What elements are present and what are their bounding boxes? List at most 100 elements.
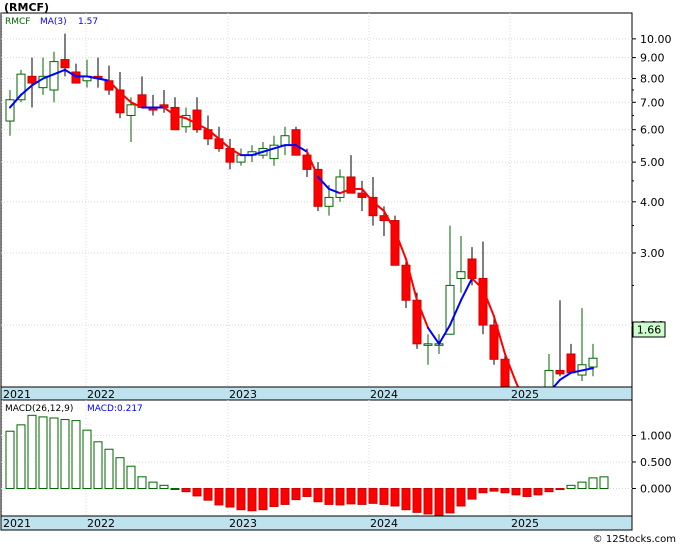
macd-bar <box>390 487 400 507</box>
chart-stage: 2021 2022 2023 2024 2025 10.00 9.00 8.00 7.00 6.… <box>0 0 680 546</box>
macd-x-tick-label: 2023 <box>229 517 257 530</box>
candle-body <box>324 196 334 207</box>
macd-bar <box>445 487 455 514</box>
macd-x-tick-label: 2025 <box>511 517 539 530</box>
price-x-tick-label: 2024 <box>370 388 398 401</box>
price-y-tick-label: 10.00 <box>640 33 672 46</box>
macd-bar <box>82 429 92 489</box>
macd-bar <box>599 476 609 489</box>
price-y-tick-label: 6.00 <box>640 124 665 137</box>
macd-x-tick-label: 2024 <box>370 517 398 530</box>
macd-bar <box>93 441 103 489</box>
macd-bar <box>280 487 290 505</box>
price-y-tick-label: 9.00 <box>640 52 665 65</box>
candle-body <box>280 135 290 146</box>
macd-y-tick-label: 0.000 <box>640 482 672 495</box>
macd-bar <box>357 487 367 505</box>
macd-bar <box>412 487 422 513</box>
macd-bar <box>181 487 191 493</box>
macd-bar <box>566 484 576 489</box>
candle-body <box>555 369 565 375</box>
macd-bar <box>291 487 301 501</box>
price-y-tick-label: 5.00 <box>640 156 665 169</box>
macd-bar <box>456 487 466 507</box>
macd-bar <box>258 487 268 511</box>
macd-bar <box>401 487 411 511</box>
macd-bar <box>269 487 279 508</box>
macd-bar <box>236 487 246 511</box>
macd-bar <box>203 487 213 501</box>
candle-body <box>423 343 433 346</box>
macd-bar <box>60 419 70 489</box>
price-x-tick-label: 2022 <box>87 388 115 401</box>
macd-bar <box>247 487 257 512</box>
macd-bar <box>27 414 37 489</box>
candle-body <box>467 258 477 279</box>
macd-bar <box>324 487 334 505</box>
macd-x-tick-label: 2021 <box>3 517 31 530</box>
macd-bar <box>104 448 114 489</box>
macd-bar <box>533 487 543 496</box>
price-y-tick-label: 7.00 <box>640 96 665 109</box>
macd-bar <box>588 477 598 489</box>
candle-body <box>170 106 180 131</box>
footer-credit: © 12Stocks.com <box>593 534 676 545</box>
candle-body <box>456 271 466 279</box>
macd-bar <box>5 430 15 489</box>
macd-bar <box>335 487 345 506</box>
ma-legend-label: MA(3) <box>40 17 67 27</box>
macd-y-tick-label: 0.500 <box>640 456 672 469</box>
price-y-tick-label: 3.00 <box>640 247 665 260</box>
macd-y-axis-labels: 1.000 0.500 0.000 <box>640 429 672 495</box>
macd-bar <box>522 487 532 497</box>
candle-body <box>27 75 37 84</box>
macd-legend-value: MACD:0.217 <box>87 404 143 414</box>
candle-body <box>489 324 499 360</box>
macd-bar <box>214 487 224 506</box>
macd-bar <box>192 487 202 497</box>
price-panel: 2021 2022 2023 2024 2025 10.00 9.00 8.00 7.00 6.… <box>0 12 672 432</box>
macd-bar <box>313 487 323 503</box>
macd-bar <box>126 465 136 489</box>
macd-bar <box>434 487 444 516</box>
macd-bar <box>170 487 180 490</box>
macd-bar <box>577 481 587 489</box>
candle-body <box>126 104 136 116</box>
macd-bar <box>511 487 521 496</box>
macd-y-tick-label: 1.000 <box>640 429 672 442</box>
candle-body <box>236 154 246 163</box>
macd-bar <box>467 487 477 500</box>
macd-bar <box>137 476 147 489</box>
macd-legend-label: MACD(26,12,9) <box>5 404 73 414</box>
candle-body <box>368 196 378 217</box>
price-x-tick-label: 2021 <box>3 388 31 401</box>
candle-body <box>566 353 576 374</box>
chart-svg: 2021 2022 2023 2024 2025 10.00 9.00 8.00 7.00 6.… <box>0 0 680 546</box>
macd-bar <box>49 417 59 489</box>
ma-legend-value: 1.57 <box>78 17 98 27</box>
macd-bar <box>16 424 26 489</box>
candle-body <box>357 192 367 198</box>
macd-bar <box>544 487 554 493</box>
macd-bar <box>478 487 488 494</box>
chart-title: (RMCF) <box>4 1 49 14</box>
macd-bar <box>38 416 48 489</box>
candle-body <box>335 176 345 198</box>
last-price-label: 1.66 <box>637 324 662 337</box>
candle-body <box>60 59 70 69</box>
price-x-tick-label: 2025 <box>511 388 539 401</box>
macd-bar <box>500 487 510 494</box>
ticker-legend: RMCF <box>5 17 30 27</box>
macd-bar <box>115 457 125 489</box>
candle-body <box>291 129 301 156</box>
macd-bar <box>346 487 356 505</box>
macd-panel: 2021 2022 2023 2024 2025 1.000 0.500 0.000 MAC… <box>0 399 672 531</box>
macd-bar <box>489 487 499 492</box>
macd-x-tick-label: 2022 <box>87 517 115 530</box>
macd-bar <box>423 487 433 515</box>
macd-bar <box>555 487 565 491</box>
candle-body <box>588 357 598 368</box>
price-y-tick-label: 8.00 <box>640 73 665 86</box>
macd-bar <box>379 487 389 505</box>
macd-bar <box>225 487 235 508</box>
